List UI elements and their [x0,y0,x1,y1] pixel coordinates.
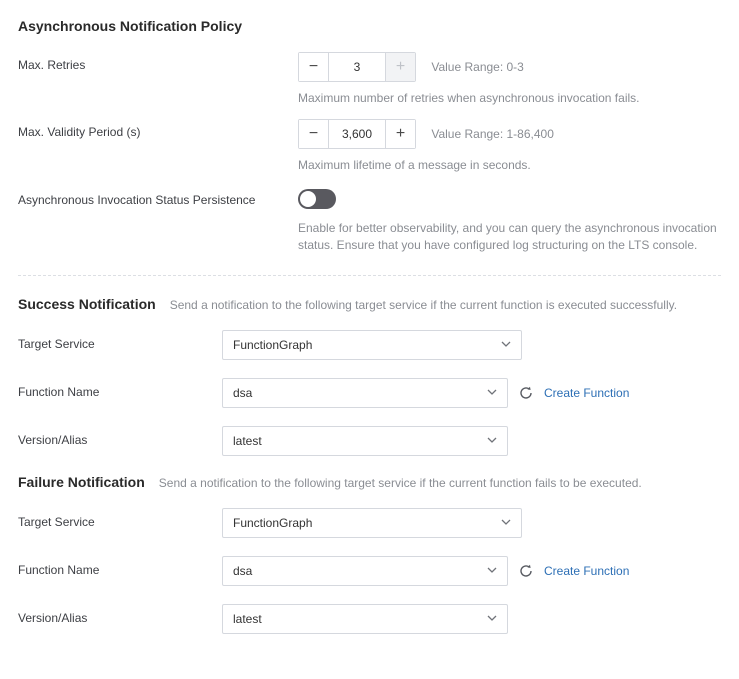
max-validity-range-hint: Value Range: 1-86,400 [431,127,554,141]
minus-icon[interactable]: − [299,53,329,81]
refresh-icon[interactable] [518,385,534,401]
chevron-down-icon [487,564,497,578]
max-retries-desc: Maximum number of retries when asynchron… [298,90,721,107]
section-desc-failure: Send a notification to the following tar… [159,476,642,490]
label-success-target-service: Target Service [18,330,222,351]
max-validity-stepper[interactable]: − + [298,119,416,149]
label-max-retries: Max. Retries [18,52,298,72]
section-title-async-policy: Asynchronous Notification Policy [18,18,242,34]
select-value: dsa [233,386,252,400]
minus-icon[interactable]: − [299,120,329,148]
label-success-function-name: Function Name [18,378,222,399]
section-title-failure: Failure Notification [18,474,145,490]
select-value: latest [233,434,262,448]
section-desc-success: Send a notification to the following tar… [170,298,677,312]
label-failure-version-alias: Version/Alias [18,604,222,625]
max-retries-range-hint: Value Range: 0-3 [431,60,524,74]
chevron-down-icon [501,338,511,352]
max-retries-stepper[interactable]: − + [298,52,416,82]
chevron-down-icon [487,612,497,626]
failure-version-alias-select[interactable]: latest [222,604,508,634]
status-persistence-desc: Enable for better observability, and you… [298,220,721,255]
section-divider [18,275,721,276]
max-retries-input[interactable] [329,53,385,81]
label-status-persistence: Asynchronous Invocation Status Persisten… [18,187,298,207]
failure-target-service-select[interactable]: FunctionGraph [222,508,522,538]
failure-function-name-select[interactable]: dsa [222,556,508,586]
toggle-knob [300,191,316,207]
select-value: dsa [233,564,252,578]
create-function-link[interactable]: Create Function [544,564,629,578]
create-function-link[interactable]: Create Function [544,386,629,400]
success-version-alias-select[interactable]: latest [222,426,508,456]
max-validity-desc: Maximum lifetime of a message in seconds… [298,157,721,174]
label-failure-function-name: Function Name [18,556,222,577]
success-function-name-select[interactable]: dsa [222,378,508,408]
refresh-icon[interactable] [518,563,534,579]
label-success-version-alias: Version/Alias [18,426,222,447]
chevron-down-icon [501,516,511,530]
plus-icon: + [385,53,415,81]
label-failure-target-service: Target Service [18,508,222,529]
label-max-validity: Max. Validity Period (s) [18,119,298,139]
select-value: FunctionGraph [233,338,312,352]
section-title-success: Success Notification [18,296,156,312]
plus-icon[interactable]: + [385,120,415,148]
select-value: FunctionGraph [233,516,312,530]
chevron-down-icon [487,434,497,448]
select-value: latest [233,612,262,626]
max-validity-input[interactable] [329,120,385,148]
status-persistence-toggle[interactable] [298,189,336,209]
chevron-down-icon [487,386,497,400]
success-target-service-select[interactable]: FunctionGraph [222,330,522,360]
